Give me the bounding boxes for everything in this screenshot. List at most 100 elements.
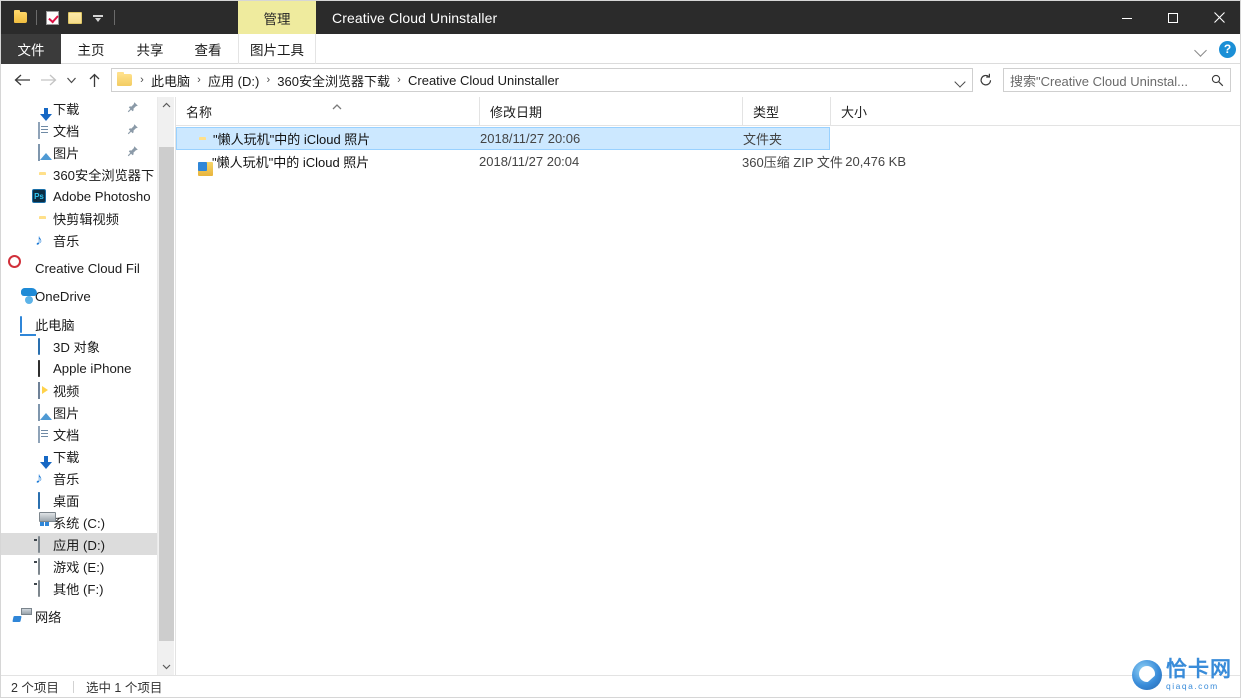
sidebar-item-5[interactable]: 快剪辑视频 — [1, 207, 157, 229]
sidebar-item-14[interactable]: 文档 — [1, 423, 157, 445]
sidebar-item-22[interactable]: 网络 — [1, 605, 157, 627]
drive-icon — [38, 537, 40, 552]
quick-access-toolbar — [1, 1, 119, 34]
sidebar-item-label: 应用 (D:) — [53, 535, 105, 554]
sidebar-item-18[interactable]: 系统 (C:) — [1, 511, 157, 533]
properties-icon[interactable] — [41, 7, 63, 29]
scroll-up-icon[interactable] — [158, 97, 175, 114]
column-header-size[interactable]: 大小 — [830, 97, 918, 125]
window-controls — [1104, 1, 1241, 34]
tab-picture-tools[interactable]: 图片工具 — [238, 34, 316, 64]
column-header-name[interactable]: 名称 — [176, 97, 479, 125]
tab-share[interactable]: 共享 — [121, 34, 179, 64]
sidebar-item-6[interactable]: ♪音乐 — [1, 229, 157, 251]
column-header-date[interactable]: 修改日期 — [479, 97, 742, 125]
scroll-down-icon[interactable] — [158, 658, 175, 675]
breadcrumb-item-2[interactable]: 360安全浏览器下载 — [275, 71, 392, 90]
sidebar-item-9[interactable]: 此电脑 — [1, 313, 157, 335]
back-button[interactable] — [9, 67, 35, 93]
breadcrumb-separator-0[interactable]: › — [135, 74, 149, 86]
minimize-button[interactable] — [1104, 1, 1150, 34]
desktop-icon — [38, 493, 40, 508]
customize-qat-caret-icon[interactable] — [87, 7, 109, 29]
sidebar-item-12[interactable]: 视频 — [1, 379, 157, 401]
sidebar-item-label: 360安全浏览器下 — [53, 165, 154, 184]
recent-locations-button[interactable] — [61, 67, 81, 93]
3d-objects-icon — [38, 339, 40, 354]
watermark-cn-text: 恰卡网 — [1166, 659, 1232, 680]
tab-file[interactable]: 文件 — [1, 34, 61, 64]
sidebar-item-1[interactable]: 文档 — [1, 119, 157, 141]
sidebar-item-label: 音乐 — [53, 231, 79, 250]
sidebar-item-15[interactable]: 下载 — [1, 445, 157, 467]
ribbon-tab-strip: 文件 主页 共享 查看 图片工具 ? — [1, 34, 1241, 64]
sidebar-item-20[interactable]: 游戏 (E:) — [1, 555, 157, 577]
refresh-button[interactable] — [975, 69, 997, 91]
cell-size: 20,476 KB — [830, 154, 906, 169]
sidebar-item-10[interactable]: 3D 对象 — [1, 335, 157, 357]
chevron-down-icon-breadcrumb[interactable] — [956, 76, 966, 86]
sidebar-item-label: 游戏 (E:) — [53, 557, 104, 576]
status-divider — [73, 681, 74, 693]
sidebar-item-label: 图片 — [53, 403, 79, 422]
contextual-tab-manage[interactable]: 管理 — [238, 1, 316, 34]
column-header-type[interactable]: 类型 — [742, 97, 830, 125]
sidebar-item-label: 系统 (C:) — [53, 513, 105, 532]
new-folder-icon[interactable] — [64, 7, 86, 29]
sidebar-item-7[interactable]: Creative Cloud Fil — [1, 257, 157, 279]
sidebar-item-2[interactable]: 图片 — [1, 141, 157, 163]
qat-divider — [36, 10, 37, 25]
pin-icon[interactable] — [127, 101, 139, 113]
breadcrumb-item-3[interactable]: Creative Cloud Uninstaller — [406, 73, 561, 88]
sidebar-item-3[interactable]: 360安全浏览器下 — [1, 163, 157, 185]
file-name-label: "懒人玩机"中的 iCloud 照片 — [212, 152, 369, 171]
sidebar-item-8[interactable]: OneDrive — [1, 285, 157, 307]
search-icon[interactable] — [1211, 74, 1224, 87]
pin-icon[interactable] — [127, 145, 139, 157]
help-icon[interactable]: ? — [1219, 41, 1236, 58]
sidebar-item-label: 下载 — [53, 447, 79, 466]
breadcrumb-item-1[interactable]: 应用 (D:) — [206, 71, 261, 90]
sidebar-item-label: 快剪辑视频 — [53, 209, 119, 228]
address-bar: › 此电脑 › 应用 (D:) › 360安全浏览器下载 › Creative … — [1, 64, 1241, 96]
sidebar-item-label: 下载 — [53, 99, 79, 118]
sidebar-item-label: 图片 — [53, 143, 79, 162]
navigation-pane-scrollbar[interactable] — [157, 97, 174, 675]
sidebar-item-label: 3D 对象 — [53, 337, 100, 356]
cell-date: 2018/11/27 20:04 — [479, 154, 579, 169]
breadcrumb-separator-1[interactable]: › — [192, 74, 206, 86]
close-button[interactable] — [1196, 1, 1241, 34]
breadcrumb-root-folder-icon[interactable] — [117, 74, 132, 86]
navigation-pane[interactable]: 下载文档图片360安全浏览器下PsAdobe Photosho快剪辑视频♪音乐C… — [1, 97, 157, 675]
sidebar-item-0[interactable]: 下载 — [1, 97, 157, 119]
this-pc-icon — [20, 317, 22, 332]
status-selection: 选中 1 个项目 — [86, 677, 162, 696]
forward-button[interactable] — [35, 67, 61, 93]
pin-icon[interactable] — [127, 123, 139, 135]
maximize-button[interactable] — [1150, 1, 1196, 34]
scrollbar-thumb[interactable] — [159, 147, 174, 641]
up-button[interactable] — [81, 67, 107, 93]
sidebar-item-21[interactable]: 其他 (F:) — [1, 577, 157, 599]
sidebar-item-11[interactable]: Apple iPhone — [1, 357, 157, 379]
breadcrumb[interactable]: › 此电脑 › 应用 (D:) › 360安全浏览器下载 › Creative … — [111, 68, 973, 92]
breadcrumb-item-0[interactable]: 此电脑 — [149, 71, 192, 90]
search-input[interactable]: 搜索"Creative Cloud Uninstal... — [1003, 68, 1231, 92]
table-row[interactable]: "懒人玩机"中的 iCloud 照片2018/11/27 20:04360压缩 … — [176, 150, 830, 173]
sidebar-item-19[interactable]: 应用 (D:) — [1, 533, 157, 555]
table-row[interactable]: "懒人玩机"中的 iCloud 照片2018/11/27 20:06文件夹 — [176, 127, 830, 150]
tab-view[interactable]: 查看 — [179, 34, 237, 64]
chevron-down-icon[interactable] — [1191, 39, 1211, 59]
breadcrumb-separator-2[interactable]: › — [261, 74, 275, 86]
cell-date: 2018/11/27 20:06 — [480, 131, 580, 146]
tab-home[interactable]: 主页 — [61, 34, 121, 64]
watermark-logo-icon — [1132, 660, 1162, 690]
sidebar-item-13[interactable]: 图片 — [1, 401, 157, 423]
breadcrumb-separator-3[interactable]: › — [392, 74, 406, 86]
sidebar-item-label: 视频 — [53, 381, 79, 400]
sidebar-item-4[interactable]: PsAdobe Photosho — [1, 185, 157, 207]
sidebar-item-17[interactable]: 桌面 — [1, 489, 157, 511]
sidebar-item-16[interactable]: ♪音乐 — [1, 467, 157, 489]
picture-icon — [38, 405, 40, 420]
folder-icon[interactable] — [9, 7, 31, 29]
